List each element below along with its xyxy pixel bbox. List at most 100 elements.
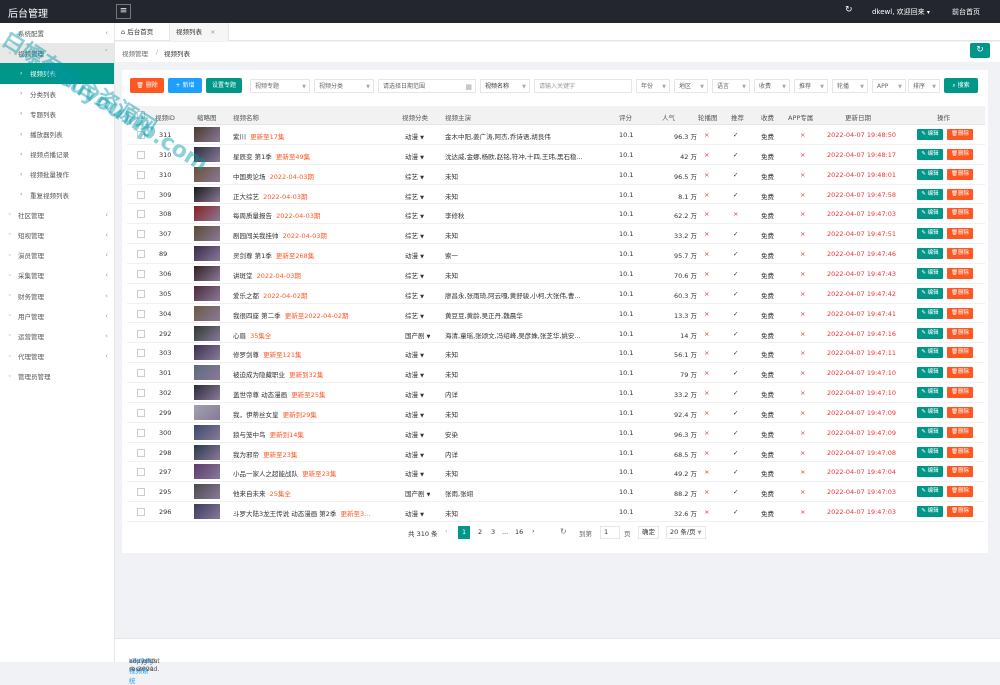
video-name[interactable]: 正大综艺 2022-04-03期: [233, 191, 393, 201]
video-name[interactable]: 星辰变 第1季 更新至49集: [233, 151, 393, 161]
video-name[interactable]: 中国奥论场 2022-04-03期: [233, 171, 393, 181]
row-checkbox[interactable]: [137, 428, 145, 437]
delete-row-button[interactable]: 🗑删除: [947, 426, 973, 438]
delete-row-button[interactable]: 🗑删除: [947, 367, 973, 379]
carousel-toggle[interactable]: ×: [704, 330, 709, 338]
user-menu[interactable]: dkewl, 欢迎回来 ▾: [872, 7, 930, 17]
carousel-toggle[interactable]: ×: [704, 290, 709, 298]
app-exclusive-toggle[interactable]: ×: [800, 369, 805, 377]
row-checkbox[interactable]: [137, 250, 145, 259]
row-checkbox[interactable]: [137, 349, 145, 358]
filter-select-4[interactable]: 推荐 ▼: [794, 79, 828, 93]
row-checkbox[interactable]: [137, 468, 145, 477]
video-category[interactable]: 动漫 ▼: [405, 349, 424, 359]
page-3[interactable]: 3: [491, 528, 495, 536]
recommend-toggle[interactable]: ✓: [733, 429, 738, 437]
video-category[interactable]: 综艺 ▼: [405, 210, 424, 220]
filter-select-0[interactable]: 年份 ▼: [636, 79, 670, 93]
recommend-toggle[interactable]: ✓: [733, 171, 738, 179]
edit-button[interactable]: ✎ 编辑: [917, 208, 943, 220]
fee-status[interactable]: 免费: [761, 191, 774, 201]
recommend-toggle[interactable]: ✓: [733, 290, 738, 298]
filter-select-5[interactable]: 轮播 ▼: [832, 79, 868, 93]
video-category[interactable]: 动漫 ▼: [405, 468, 424, 478]
sidebar-item-12[interactable]: ◦ 采集管理 ‹: [0, 265, 114, 285]
edit-button[interactable]: ✎ 编辑: [917, 228, 943, 240]
video-name[interactable]: 被迫成为隐藏职业 更新到32集: [233, 369, 393, 379]
carousel-toggle[interactable]: ×: [704, 508, 709, 516]
app-exclusive-toggle[interactable]: ×: [800, 131, 805, 139]
video-name[interactable]: 紫川 更新至17集: [233, 131, 393, 141]
recommend-toggle[interactable]: ✓: [733, 468, 738, 476]
topic-select[interactable]: 视频专题 ▼: [250, 79, 310, 93]
recommend-toggle[interactable]: ✓: [733, 230, 738, 238]
app-exclusive-toggle[interactable]: ×: [800, 488, 805, 496]
recommend-toggle[interactable]: ✓: [733, 310, 738, 318]
video-name[interactable]: 灵剑尊 第1季 更新至268集: [233, 250, 393, 260]
per-page-select[interactable]: 20 条/页 ▼: [666, 526, 706, 539]
edit-button[interactable]: ✎ 编辑: [917, 466, 943, 478]
sidebar-item-16[interactable]: ◦ 代理管理 ‹: [0, 346, 114, 366]
row-checkbox[interactable]: [137, 289, 145, 298]
row-checkbox[interactable]: [137, 408, 145, 417]
tab-home[interactable]: ⌂ 后台首页: [115, 23, 169, 41]
sidebar-item-17[interactable]: ◦ 管理员管理: [0, 366, 114, 386]
fee-status[interactable]: 免费: [761, 369, 774, 379]
delete-row-button[interactable]: 🗑删除: [947, 267, 973, 279]
date-range-input[interactable]: 请选择日期范围 ▦: [378, 79, 476, 93]
delete-row-button[interactable]: 🗑删除: [947, 287, 973, 299]
video-name[interactable]: 斗罗大陆3龙王传说 动态漫画 第2季 更新至3...: [233, 508, 393, 518]
delete-button[interactable]: 🗑 删除: [130, 78, 164, 93]
tab-video-list[interactable]: 视频列表 ×: [169, 23, 229, 41]
sidebar-item-9[interactable]: ◦ 社区管理 ‹: [0, 205, 114, 225]
recommend-toggle[interactable]: ✓: [733, 191, 738, 199]
video-name[interactable]: 剧园闯关我挂帅 2022-04-03期: [233, 230, 393, 240]
row-checkbox[interactable]: [137, 488, 145, 497]
carousel-toggle[interactable]: ×: [704, 310, 709, 318]
fee-status[interactable]: 免费: [761, 389, 774, 399]
filter-select-1[interactable]: 地区 ▼: [674, 79, 708, 93]
recommend-toggle[interactable]: ✓: [733, 131, 738, 139]
app-exclusive-toggle[interactable]: ×: [800, 270, 805, 278]
video-name[interactable]: 每周质量报告 2022-04-03期: [233, 210, 393, 220]
video-category[interactable]: 综艺 ▼: [405, 290, 424, 300]
app-exclusive-toggle[interactable]: ×: [800, 449, 805, 457]
edit-button[interactable]: ✎ 编辑: [917, 188, 943, 200]
edit-button[interactable]: ✎ 编辑: [917, 327, 943, 339]
video-name[interactable]: 心眉 35集全: [233, 330, 393, 340]
page-16[interactable]: 16: [515, 528, 523, 536]
video-category[interactable]: 综艺 ▼: [405, 191, 424, 201]
carousel-toggle[interactable]: ×: [704, 488, 709, 496]
delete-row-button[interactable]: 🗑删除: [947, 188, 973, 200]
row-checkbox[interactable]: [137, 190, 145, 199]
carousel-toggle[interactable]: ×: [704, 429, 709, 437]
fee-status[interactable]: 免费: [761, 151, 774, 161]
video-category[interactable]: 动漫 ▼: [405, 449, 424, 459]
edit-button[interactable]: ✎ 编辑: [917, 307, 943, 319]
video-category[interactable]: 综艺 ▼: [405, 230, 424, 240]
fee-status[interactable]: 免费: [761, 508, 774, 518]
video-name[interactable]: 讲斑堂 2022-04-03期: [233, 270, 393, 280]
video-name[interactable]: 盖世帝尊 动态漫画 更新至25集: [233, 389, 393, 399]
delete-row-button[interactable]: 🗑删除: [947, 506, 973, 518]
fee-status[interactable]: 免费: [761, 468, 774, 478]
header-date[interactable]: 更新日期: [845, 112, 871, 122]
row-checkbox[interactable]: [137, 448, 145, 457]
app-exclusive-toggle[interactable]: ×: [800, 508, 805, 516]
sidebar-item-8[interactable]: › 重复视频列表: [0, 185, 114, 205]
edit-button[interactable]: ✎ 编辑: [917, 406, 943, 418]
row-checkbox[interactable]: [137, 170, 145, 179]
edit-button[interactable]: ✎ 编辑: [917, 347, 943, 359]
edit-button[interactable]: ✎ 编辑: [917, 426, 943, 438]
front-page-link[interactable]: 前台首页: [952, 7, 980, 17]
recommend-toggle[interactable]: ✓: [733, 349, 738, 357]
recommend-toggle[interactable]: ✓: [733, 250, 738, 258]
edit-button[interactable]: ✎ 编辑: [917, 367, 943, 379]
hamburger-icon[interactable]: ≡: [116, 4, 131, 19]
fee-status[interactable]: 免费: [761, 349, 774, 359]
sidebar-item-5[interactable]: › 播放器列表: [0, 124, 114, 144]
edit-button[interactable]: ✎ 编辑: [917, 267, 943, 279]
app-exclusive-toggle[interactable]: ×: [800, 468, 805, 476]
recommend-toggle[interactable]: ✓: [733, 151, 738, 159]
fee-status[interactable]: 免费: [761, 429, 774, 439]
